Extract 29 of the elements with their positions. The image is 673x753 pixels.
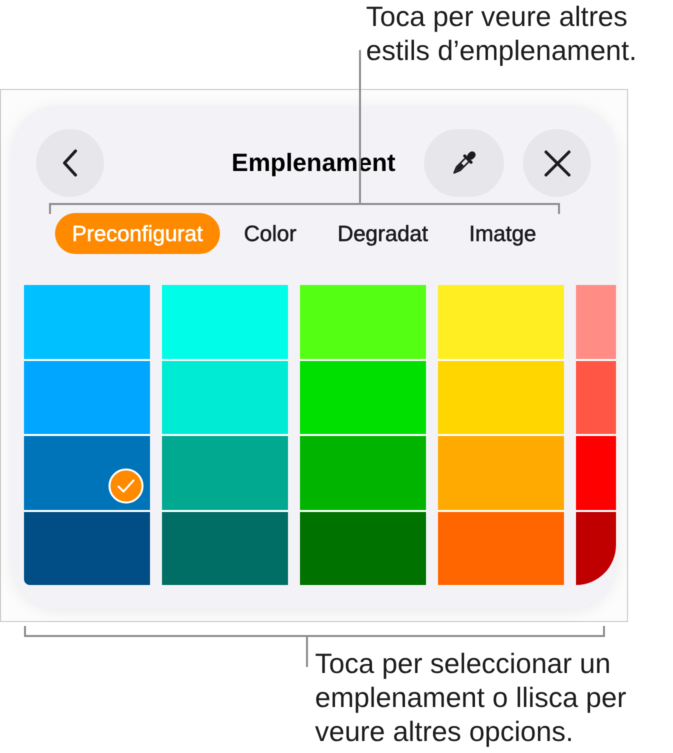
color-swatch[interactable] [300, 358, 426, 434]
color-swatch[interactable] [162, 358, 288, 434]
color-swatch[interactable] [576, 358, 616, 434]
color-swatch[interactable] [24, 510, 150, 585]
fill-type-tab[interactable]: Color [226, 213, 314, 254]
color-swatch[interactable] [24, 434, 150, 510]
color-swatch[interactable] [162, 510, 288, 585]
chevron-left-icon [62, 149, 78, 177]
color-swatch[interactable] [576, 510, 616, 585]
fill-type-tab[interactable]: Degradat [320, 213, 445, 254]
color-swatch[interactable] [24, 285, 150, 358]
fill-type-tab[interactable]: Imatge [452, 213, 554, 254]
checkmark-icon [108, 468, 144, 504]
color-swatch[interactable] [438, 510, 564, 585]
color-swatch[interactable] [162, 285, 288, 358]
color-swatch[interactable] [300, 510, 426, 585]
color-swatch[interactable] [300, 285, 426, 358]
callout-text: Toca per veure altres estils d’emplenament. [366, 0, 638, 68]
close-icon [544, 150, 570, 176]
color-swatch[interactable] [576, 434, 616, 510]
color-swatch[interactable] [576, 285, 616, 358]
color-swatch[interactable] [438, 358, 564, 434]
color-swatch[interactable] [438, 285, 564, 358]
panel-title: Emplenament [232, 148, 396, 178]
color-swatch[interactable] [162, 434, 288, 510]
color-swatch[interactable] [438, 434, 564, 510]
color-swatch[interactable] [24, 358, 150, 434]
color-swatch[interactable] [300, 434, 426, 510]
callout-text: Toca per seleccionar un emplenament o llisca per veure altres opcions. [315, 647, 628, 749]
